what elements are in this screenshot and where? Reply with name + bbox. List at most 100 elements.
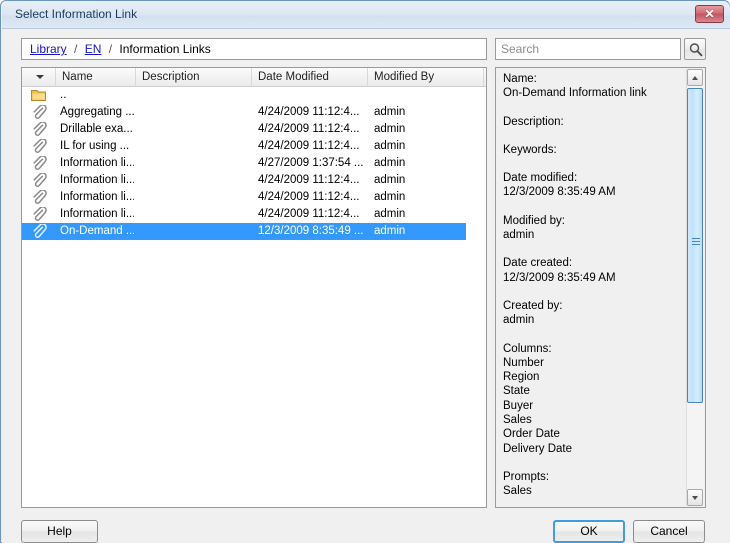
scrollbar-thumb[interactable]: [687, 88, 703, 403]
chevron-up-icon: [692, 76, 698, 80]
ok-button[interactable]: OK: [553, 520, 625, 543]
list-column-header: Name Description Date Modified Modified …: [22, 68, 486, 87]
row-description: [142, 189, 242, 206]
detail-spacer: [503, 328, 675, 342]
dialog-client-area: Library / EN / Information Links Name De…: [2, 29, 730, 543]
row-name: Information li...: [60, 157, 134, 169]
table-row[interactable]: Drillable exa... 4/24/2009 11:12:4... admi…: [22, 121, 466, 138]
paperclip-icon: [33, 155, 47, 170]
column-header-description[interactable]: Description: [136, 68, 252, 86]
folder-icon: [31, 88, 47, 103]
row-name: Aggregating ...: [60, 106, 134, 118]
table-row[interactable]: Aggregating ... 4/24/2009 11:12:4... admin: [22, 104, 466, 121]
table-row[interactable]: On-Demand ... 12/3/2009 8:35:49 ... admin: [22, 223, 466, 240]
sort-descending-icon: [36, 75, 44, 79]
scroll-up-button[interactable]: [687, 69, 703, 86]
row-name: Information li...: [60, 208, 134, 220]
breadcrumb-separator: /: [74, 42, 78, 56]
paperclip-icon: [33, 138, 47, 153]
row-modified-by: admin: [374, 140, 406, 152]
paperclip-icon: [33, 223, 47, 238]
row-modified-by: admin: [374, 225, 406, 237]
row-description: [142, 121, 242, 138]
information-link-list[interactable]: Name Description Date Modified Modified …: [21, 67, 487, 508]
breadcrumb: Library / EN / Information Links: [21, 38, 487, 60]
table-row[interactable]: IL for using ... 4/24/2009 11:12:4... admi…: [22, 138, 466, 155]
column-header-name[interactable]: Name: [56, 68, 136, 86]
row-date-modified: 4/24/2009 11:12:4...: [258, 174, 360, 186]
row-name: Drillable exa...: [60, 123, 133, 135]
row-name: Information li...: [60, 191, 134, 203]
row-modified-by: admin: [374, 157, 406, 169]
detail-value: Delivery Date: [503, 442, 573, 455]
table-row[interactable]: Information li... 4/24/2009 11:12:4... adm…: [22, 189, 466, 206]
scroll-down-button[interactable]: [687, 489, 703, 506]
breadcrumb-item-en[interactable]: EN: [85, 42, 102, 56]
detail-label: Name:: [503, 73, 537, 85]
row-name: ..: [60, 89, 67, 101]
row-description: [142, 138, 242, 155]
row-description: [142, 172, 242, 189]
row-modified-by: admin: [374, 106, 406, 118]
column-header-date-modified[interactable]: Date Modified: [252, 68, 368, 86]
row-date-modified: 12/3/2009 8:35:49 ...: [258, 225, 364, 237]
detail-value: admin: [503, 314, 535, 327]
detail-spacer: [503, 101, 675, 115]
column-header-modified-by[interactable]: Modified By: [368, 68, 484, 86]
help-button[interactable]: Help: [21, 520, 98, 543]
cancel-button[interactable]: Cancel: [633, 520, 705, 543]
paperclip-icon: [33, 121, 47, 136]
detail-spacer: [503, 456, 675, 470]
detail-value: Sales: [503, 485, 532, 498]
breadcrumb-separator: /: [108, 42, 113, 56]
table-row[interactable]: Information li... 4/24/2009 11:12:4... adm…: [22, 172, 466, 189]
detail-value: On-Demand Information link: [503, 87, 647, 100]
row-description: [142, 87, 242, 104]
detail-spacer: [503, 157, 675, 171]
details-scrollbar[interactable]: [686, 69, 704, 506]
row-date-modified: [258, 87, 368, 104]
detail-value: 12/3/2009 8:35:49 AM: [503, 271, 616, 284]
detail-label: Date created:: [503, 257, 573, 270]
row-modified-by: admin: [374, 208, 406, 220]
column-header-sort[interactable]: [22, 68, 56, 86]
detail-value: admin: [503, 229, 535, 242]
row-modified-by: [374, 87, 464, 104]
breadcrumb-item-information-links: Information Links: [119, 42, 211, 56]
detail-label: Modified by:: [503, 214, 566, 227]
detail-label: Columns:: [503, 342, 552, 355]
paperclip-icon: [31, 104, 47, 120]
row-modified-by: admin: [374, 191, 406, 203]
detail-value: 12/3/2009 8:35:49 AM: [503, 186, 616, 199]
row-date-modified: 4/27/2009 1:37:54 ...: [258, 157, 364, 169]
chevron-down-icon: [692, 496, 698, 500]
breadcrumb-item-library[interactable]: Library: [30, 42, 67, 56]
paperclip-icon: [31, 223, 47, 239]
row-description: [142, 206, 242, 223]
table-row[interactable]: ..: [22, 87, 466, 104]
search-input[interactable]: [495, 38, 681, 60]
details-panel: Name: On-Demand Information link Descripti…: [495, 67, 706, 508]
detail-label: Keywords:: [503, 143, 557, 156]
paperclip-icon: [31, 138, 47, 154]
detail-spacer: [503, 242, 675, 256]
row-modified-by: admin: [374, 123, 406, 135]
row-name: Information li...: [60, 174, 134, 186]
detail-value: Sales: [503, 414, 532, 427]
detail-value: Region: [503, 371, 540, 384]
detail-value: State: [503, 385, 530, 398]
table-row[interactable]: Information li... 4/24/2009 11:12:4... adm…: [22, 206, 466, 223]
paperclip-icon: [31, 189, 47, 205]
paperclip-icon: [31, 206, 47, 222]
title-bar: Select Information Link ✕: [2, 2, 730, 29]
detail-spacer: [503, 285, 675, 299]
list-rows: .. Aggregating ... 4/24/2009 11:12:4... adm…: [22, 87, 486, 507]
table-row[interactable]: Information li... 4/27/2009 1:37:54 ... ad…: [22, 155, 466, 172]
paperclip-icon: [33, 104, 47, 119]
row-date-modified: 4/24/2009 11:12:4...: [258, 191, 360, 203]
grip-icon: [692, 238, 700, 245]
detail-spacer: [503, 200, 675, 214]
search-button[interactable]: [684, 38, 706, 60]
row-date-modified: 4/24/2009 11:12:4...: [258, 123, 360, 135]
close-button[interactable]: ✕: [695, 5, 724, 23]
